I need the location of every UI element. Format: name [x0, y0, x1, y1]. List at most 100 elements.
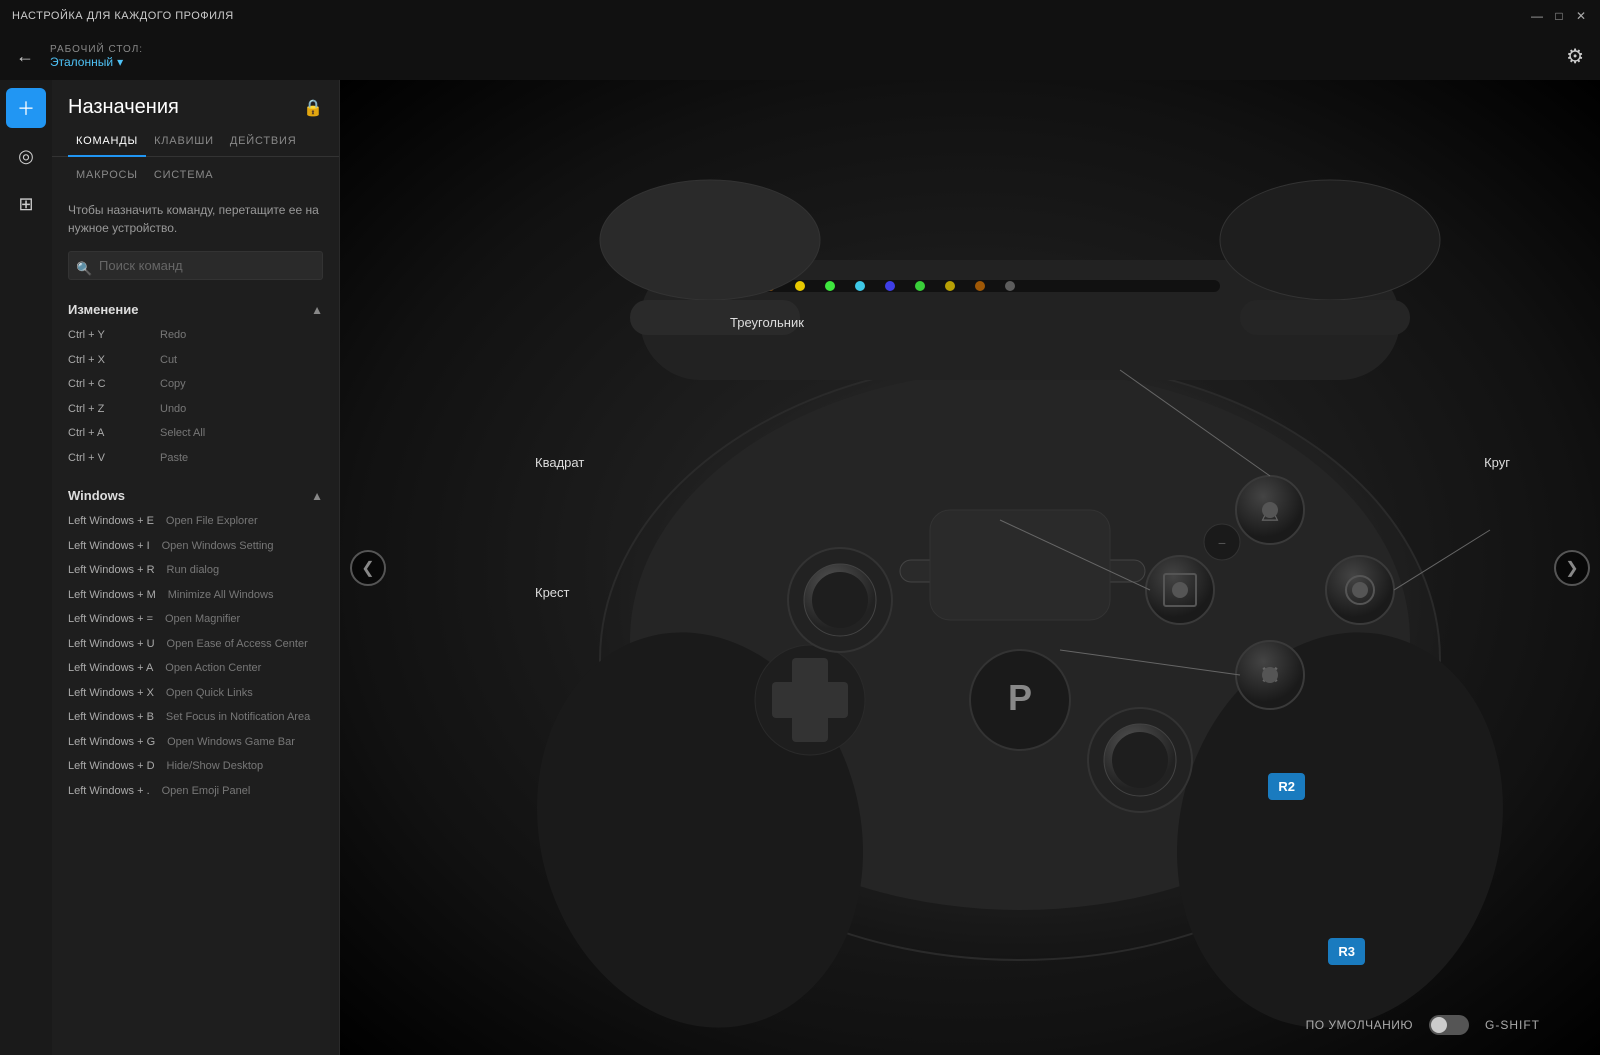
minimize-button[interactable]: —: [1530, 9, 1544, 23]
main-content: P △ ✕ −: [340, 80, 1600, 1055]
list-item[interactable]: Left Windows + I Open Windows Setting: [52, 534, 339, 559]
list-item[interactable]: Ctrl + Y Redo: [52, 323, 339, 348]
cmd-desc: Open Emoji Panel: [162, 783, 251, 800]
list-item[interactable]: Ctrl + X Cut: [52, 348, 339, 373]
gshift-toggle[interactable]: [1429, 1015, 1469, 1035]
header-profile-selector[interactable]: Эталонный ▾: [50, 55, 143, 69]
gshift-label: G-SHIFT: [1485, 1018, 1540, 1032]
settings-button[interactable]: ⚙: [1566, 44, 1584, 69]
svg-text:P: P: [1008, 677, 1032, 718]
cmd-desc: Open File Explorer: [166, 513, 258, 530]
list-item[interactable]: Left Windows + A Open Action Center: [52, 656, 339, 681]
tab-macros[interactable]: МАКРОСЫ: [68, 161, 146, 189]
instruction-text: Чтобы назначить команду, перетащите ее н…: [52, 189, 339, 245]
tab-actions[interactable]: ДЕЙСТВИЯ: [222, 127, 305, 157]
cmd-key: Ctrl + X: [68, 352, 148, 369]
section-header-windows[interactable]: Windows ▲: [52, 478, 339, 509]
cmd-desc: Select All: [160, 425, 205, 442]
back-button[interactable]: ←: [16, 46, 34, 67]
lock-icon: 🔒: [303, 98, 323, 118]
list-item[interactable]: Ctrl + A Select All: [52, 421, 339, 446]
tab-keys[interactable]: КЛАВИШИ: [146, 127, 222, 157]
list-item[interactable]: Left Windows + B Set Focus in Notificati…: [52, 705, 339, 730]
cmd-list-windows: Left Windows + E Open File Explorer Left…: [52, 509, 339, 811]
circle-label: Круг: [1484, 455, 1510, 470]
cmd-key: Left Windows + D: [68, 758, 155, 775]
list-item[interactable]: Left Windows + . Open Emoji Panel: [52, 779, 339, 804]
nav-arrow-right[interactable]: ❯: [1554, 550, 1590, 586]
tab-system[interactable]: СИСТЕМА: [146, 161, 222, 189]
controller-svg: P △ ✕ −: [340, 80, 1600, 1055]
tabs-row-primary: КОМАНДЫ КЛАВИШИ ДЕЙСТВИЯ: [52, 127, 339, 157]
cmd-desc: Open Action Center: [165, 660, 261, 677]
cmd-key: Ctrl + Z: [68, 401, 148, 418]
square-label: Квадрат: [535, 455, 584, 470]
sidebar-icon-add[interactable]: ＋: [6, 88, 46, 128]
cmd-key: Left Windows + U: [68, 636, 155, 653]
nav-arrow-left[interactable]: ❮: [350, 550, 386, 586]
list-item[interactable]: Left Windows + U Open Ease of Access Cen…: [52, 632, 339, 657]
list-item[interactable]: Left Windows + = Open Magnifier: [52, 607, 339, 632]
title-bar: НАСТРОЙКА ДЛЯ КАЖДОГО ПРОФИЛЯ — □ ✕: [0, 0, 1600, 32]
panel-header: Назначения 🔒: [52, 80, 339, 127]
cmd-key: Left Windows + =: [68, 611, 153, 628]
search-icon: 🔍: [76, 261, 92, 277]
list-item[interactable]: Left Windows + E Open File Explorer: [52, 509, 339, 534]
left-panel: Назначения 🔒 КОМАНДЫ КЛАВИШИ ДЕЙСТВИЯ МА…: [52, 80, 340, 1055]
cmd-key: Left Windows + A: [68, 660, 153, 677]
cmd-key: Ctrl + C: [68, 376, 148, 393]
cmd-desc: Hide/Show Desktop: [167, 758, 264, 775]
cmd-key: Left Windows + R: [68, 562, 155, 579]
list-item[interactable]: Ctrl + V Paste: [52, 446, 339, 471]
cmd-key: Left Windows + .: [68, 783, 150, 800]
title-bar-controls: — □ ✕: [1530, 9, 1588, 23]
cmd-list-edit: Ctrl + Y Redo Ctrl + X Cut Ctrl + C Copy…: [52, 323, 339, 478]
svg-text:−: −: [1218, 535, 1226, 551]
cmd-key: Left Windows + B: [68, 709, 154, 726]
list-item[interactable]: Left Windows + R Run dialog: [52, 558, 339, 583]
cmd-key: Ctrl + V: [68, 450, 148, 467]
search-input[interactable]: [68, 251, 323, 280]
tab-commands[interactable]: КОМАНДЫ: [68, 127, 146, 157]
cmd-key: Left Windows + I: [68, 538, 150, 555]
section-title-edit: Изменение: [68, 302, 138, 317]
toggle-knob: [1431, 1017, 1447, 1033]
cmd-key: Left Windows + G: [68, 734, 155, 751]
header-subtitle: РАБОЧИЙ СТОЛ:: [50, 44, 143, 55]
section-title-windows: Windows: [68, 488, 125, 503]
cmd-key: Left Windows + E: [68, 513, 154, 530]
list-item[interactable]: Left Windows + M Minimize All Windows: [52, 583, 339, 608]
cmd-desc: Open Windows Setting: [162, 538, 274, 555]
panel-title: Назначения: [68, 96, 179, 119]
section-header-edit[interactable]: Изменение ▲: [52, 292, 339, 323]
tabs-row-secondary: МАКРОСЫ СИСТЕМА: [52, 157, 339, 189]
list-item[interactable]: Left Windows + X Open Quick Links: [52, 681, 339, 706]
cmd-key: Ctrl + A: [68, 425, 148, 442]
cmd-desc: Paste: [160, 450, 188, 467]
r2-button-label: R2: [1268, 773, 1305, 800]
sidebar-icon-circle[interactable]: ◎: [6, 136, 46, 176]
cmd-desc: Open Magnifier: [165, 611, 240, 628]
list-item[interactable]: Left Windows + D Hide/Show Desktop: [52, 754, 339, 779]
cmd-desc: Copy: [160, 376, 186, 393]
header-title-group: РАБОЧИЙ СТОЛ: Эталонный ▾: [50, 44, 143, 69]
cmd-desc: Open Ease of Access Center: [167, 636, 308, 653]
cmd-key: Left Windows + X: [68, 685, 154, 702]
cmd-desc: Open Quick Links: [166, 685, 253, 702]
list-item[interactable]: Ctrl + Z Undo: [52, 397, 339, 422]
search-container: 🔍: [52, 245, 339, 292]
list-item[interactable]: Ctrl + C Copy: [52, 372, 339, 397]
cmd-desc: Open Windows Game Bar: [167, 734, 295, 751]
dropdown-arrow-icon: ▾: [117, 55, 123, 69]
cmd-desc: Undo: [160, 401, 186, 418]
chevron-up-icon-windows: ▲: [311, 489, 323, 503]
bottom-bar: ПО УМОЛЧАНИЮ G-SHIFT: [1306, 1015, 1540, 1035]
cmd-desc: Redo: [160, 327, 186, 344]
close-button[interactable]: ✕: [1574, 9, 1588, 23]
sidebar-icons: ＋ ◎ ⊞: [0, 80, 52, 224]
default-label: ПО УМОЛЧАНИЮ: [1306, 1018, 1413, 1032]
sidebar-icon-grid[interactable]: ⊞: [6, 184, 46, 224]
cmd-desc: Minimize All Windows: [168, 587, 274, 604]
maximize-button[interactable]: □: [1552, 9, 1566, 23]
list-item[interactable]: Left Windows + G Open Windows Game Bar: [52, 730, 339, 755]
